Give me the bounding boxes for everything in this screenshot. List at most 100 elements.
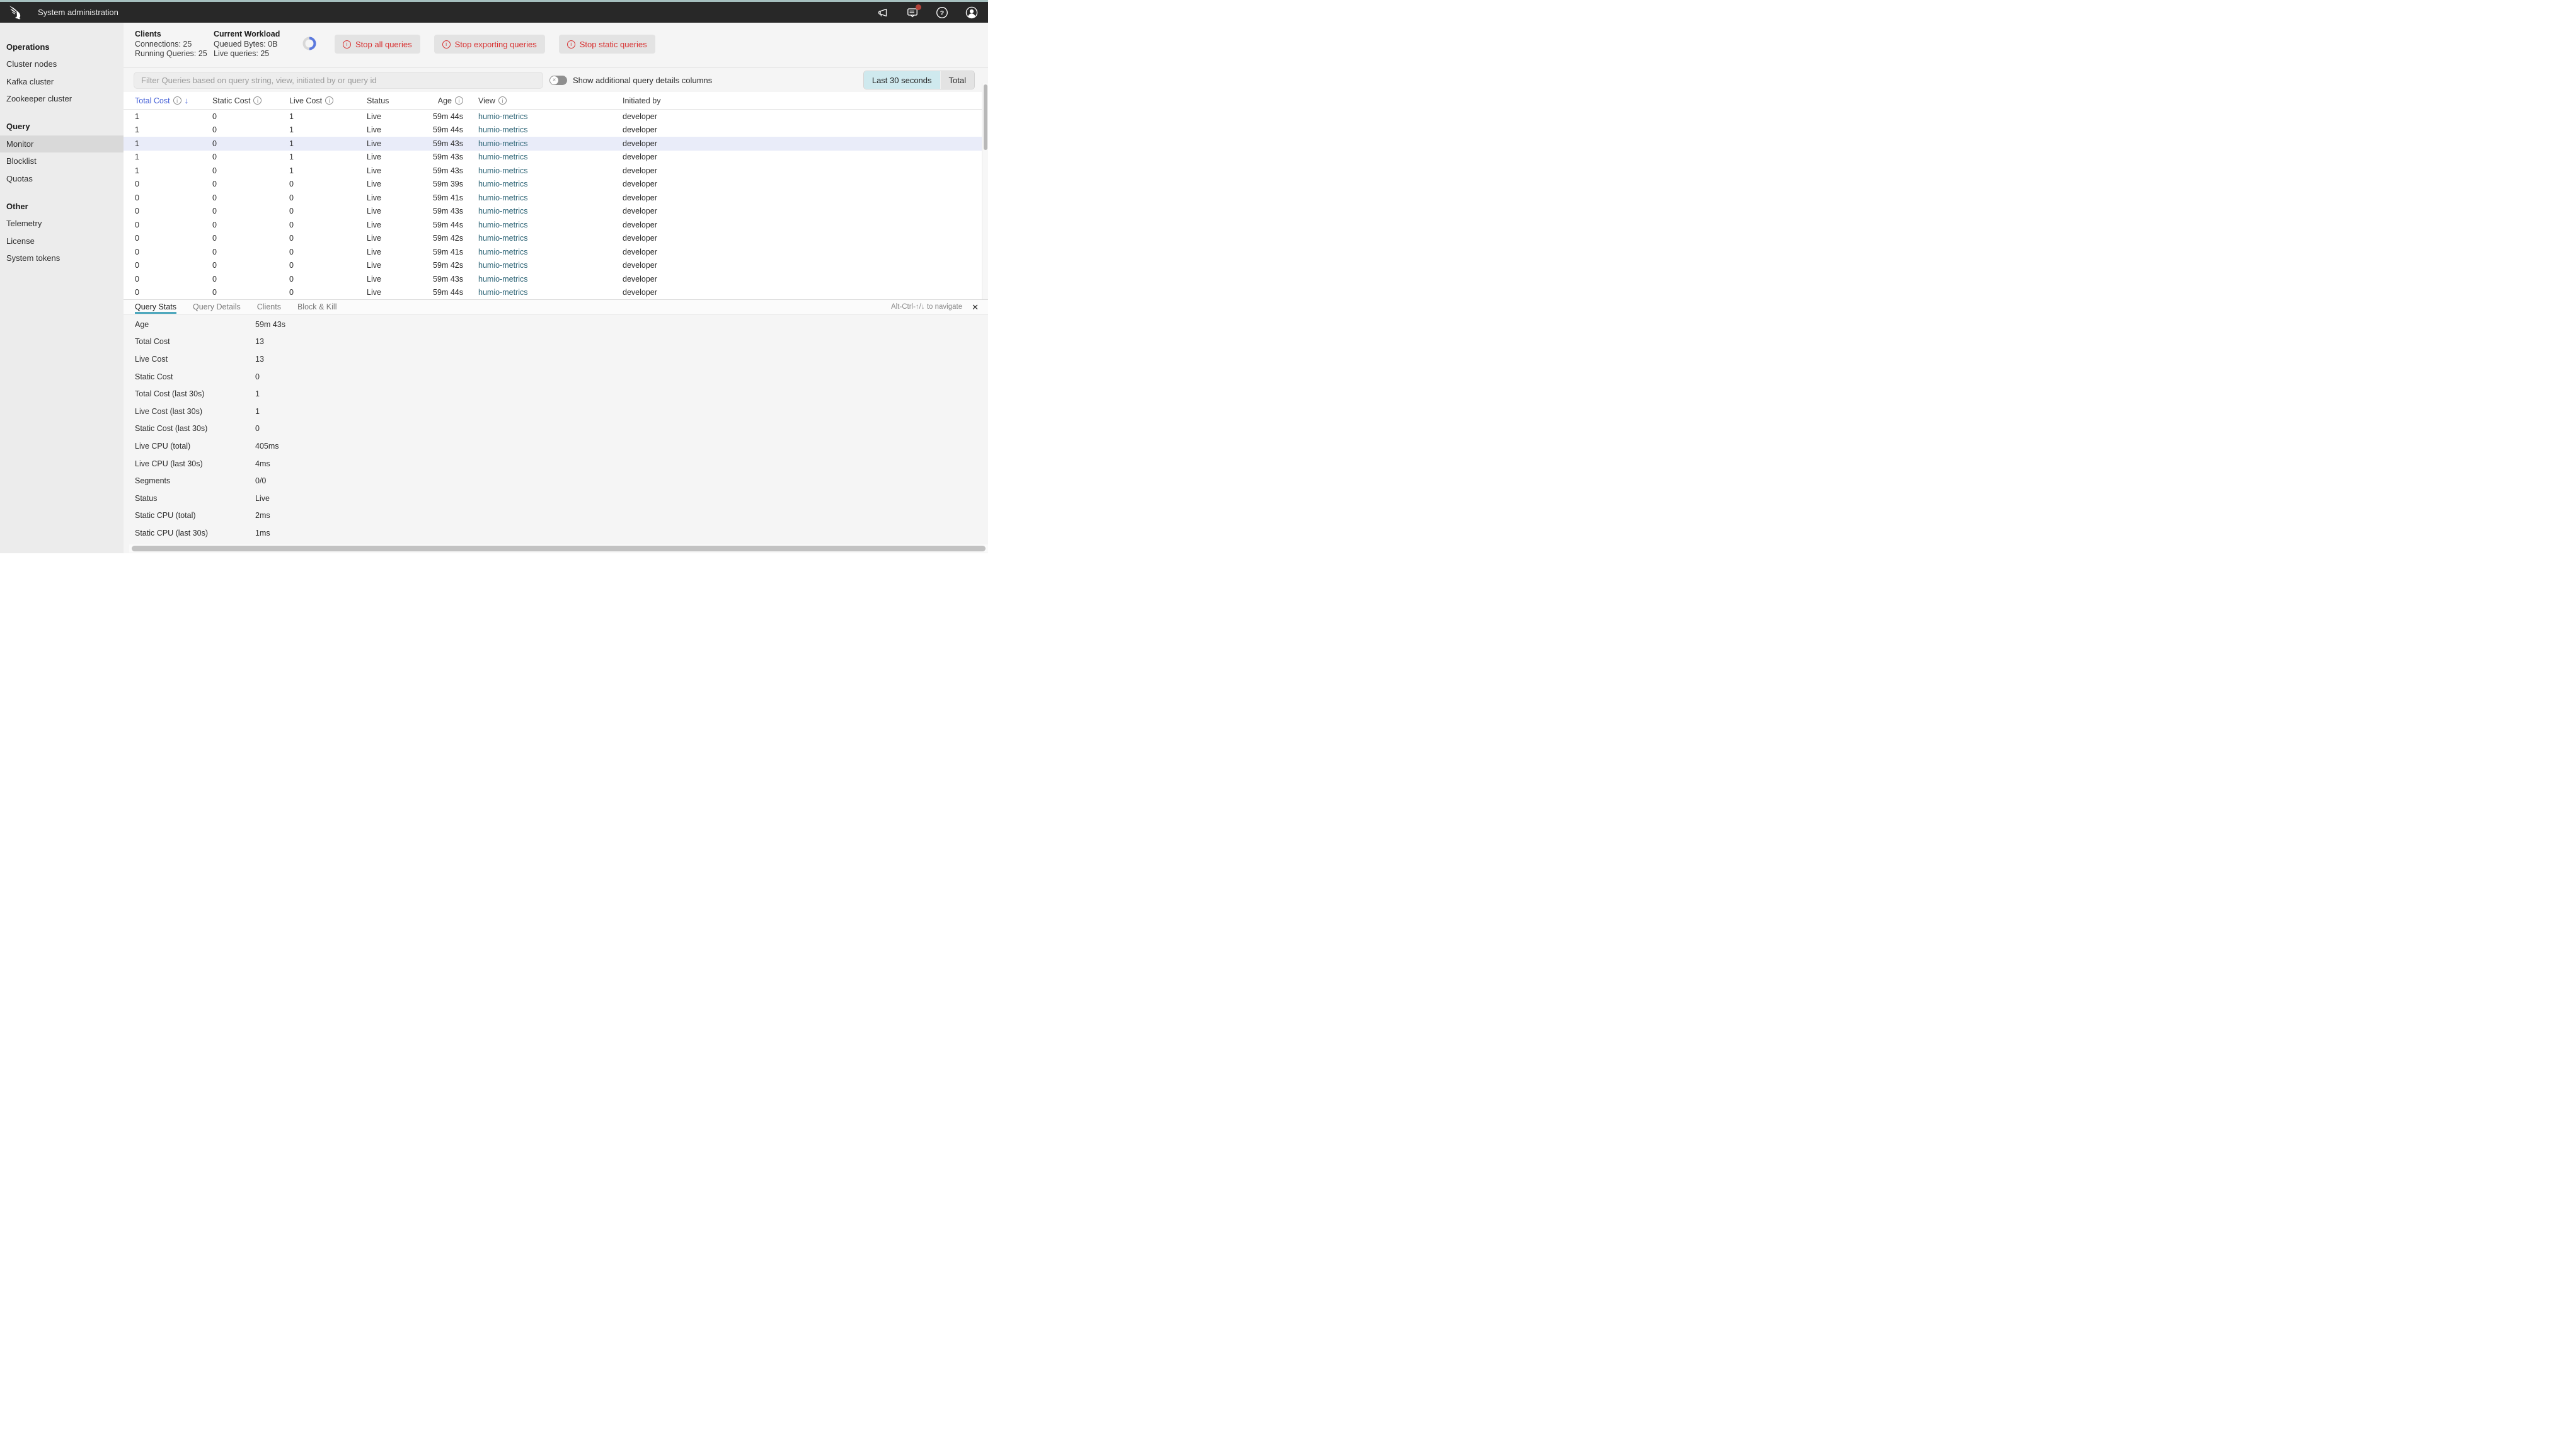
view-link[interactable]: humio-metrics — [478, 112, 528, 121]
view-link[interactable]: humio-metrics — [478, 248, 528, 256]
cell-status: Live — [367, 288, 417, 297]
tab-query-details[interactable]: Query Details — [193, 300, 241, 314]
view-link[interactable]: humio-metrics — [478, 221, 528, 229]
tab-block-kill[interactable]: Block & Kill — [297, 300, 337, 314]
cell-total-cost: 0 — [135, 193, 212, 202]
cell-total-cost: 1 — [135, 112, 212, 121]
view-link[interactable]: humio-metrics — [478, 125, 528, 134]
table-row[interactable]: 0 0 0 Live 59m 42s humio-metrics develop… — [124, 259, 988, 273]
detail-field-label: Static CPU (last 30s) — [135, 529, 255, 538]
cell-total-cost: 1 — [135, 139, 212, 148]
view-link[interactable]: humio-metrics — [478, 261, 528, 270]
view-link[interactable]: humio-metrics — [478, 193, 528, 202]
column-header-status[interactable]: Status — [367, 96, 417, 105]
stop-button-label: Stop static queries — [580, 40, 647, 49]
cell-live-cost: 0 — [289, 234, 367, 243]
table-row[interactable]: 1 0 1 Live 59m 43s humio-metrics develop… — [124, 164, 988, 178]
sidebar-item-zookeeper-cluster[interactable]: Zookeeper cluster — [0, 90, 124, 108]
close-icon[interactable]: ✕ — [972, 303, 979, 311]
cell-age: 59m 42s — [417, 234, 463, 243]
table-row[interactable]: 0 0 0 Live 59m 41s humio-metrics develop… — [124, 245, 988, 259]
cell-live-cost: 1 — [289, 152, 367, 161]
cell-view: humio-metrics — [478, 152, 623, 161]
sidebar-section-items: TelemetryLicenseSystem tokens — [0, 215, 124, 267]
view-link[interactable]: humio-metrics — [478, 139, 528, 148]
main-area: Operations Cluster nodesKafka clusterZoo… — [0, 23, 988, 553]
cell-static-cost: 0 — [212, 275, 289, 284]
sidebar-item-cluster-nodes[interactable]: Cluster nodes — [0, 55, 124, 73]
table-row[interactable]: 0 0 0 Live 59m 41s humio-metrics develop… — [124, 191, 988, 205]
table-row[interactable]: 0 0 0 Live 59m 44s humio-metrics develop… — [124, 218, 988, 232]
table-row[interactable]: 0 0 0 Live 59m 43s humio-metrics develop… — [124, 205, 988, 219]
details-columns-toggle-group: ✕ Show additional query details columns — [549, 76, 712, 85]
crowdstrike-falcon-logo[interactable] — [9, 5, 28, 20]
view-link[interactable]: humio-metrics — [478, 180, 528, 188]
table-row[interactable]: 1 0 1 Live 59m 43s humio-metrics develop… — [124, 151, 988, 164]
column-header-age[interactable]: Age i — [417, 96, 463, 105]
table-row[interactable]: 0 0 0 Live 59m 43s humio-metrics develop… — [124, 272, 988, 286]
cell-live-cost: 1 — [289, 166, 367, 175]
cell-initiated-by: developer — [623, 221, 988, 229]
tab-clients[interactable]: Clients — [257, 300, 281, 314]
column-header-total-cost[interactable]: Total Cost i ↓ — [135, 96, 212, 105]
cell-total-cost: 0 — [135, 288, 212, 297]
table-header-row: Total Cost i ↓ Static Cost i Live Cost i… — [124, 92, 988, 110]
horizontal-scrollbar-thumb[interactable] — [132, 546, 986, 551]
account-icon[interactable] — [965, 6, 978, 19]
table-row[interactable]: 0 0 0 Live 59m 44s humio-metrics develop… — [124, 286, 988, 300]
column-header-static-cost[interactable]: Static Cost i — [212, 96, 289, 105]
sidebar-section-header: Other — [0, 197, 124, 215]
sidebar-section: Query MonitorBlocklistQuotas — [0, 118, 124, 188]
vertical-scrollbar-thumb[interactable] — [984, 84, 987, 150]
tab-query-stats[interactable]: Query Stats — [135, 300, 176, 314]
sidebar-item-license[interactable]: License — [0, 233, 124, 250]
sidebar-item-system-tokens[interactable]: System tokens — [0, 250, 124, 267]
table-row[interactable]: 0 0 0 Live 59m 42s humio-metrics develop… — [124, 232, 988, 246]
view-link[interactable]: humio-metrics — [478, 288, 528, 297]
cell-live-cost: 0 — [289, 288, 367, 297]
sidebar-item-quotas[interactable]: Quotas — [0, 170, 124, 188]
sidebar-item-telemetry[interactable]: Telemetry — [0, 215, 124, 233]
info-icon[interactable]: i — [253, 96, 262, 105]
detail-field-value: 4ms — [255, 459, 270, 468]
sidebar-item-blocklist[interactable]: Blocklist — [0, 152, 124, 170]
notifications-icon[interactable] — [906, 6, 919, 19]
announcements-icon[interactable] — [877, 6, 889, 19]
table-row[interactable]: 1 0 1 Live 59m 43s humio-metrics develop… — [124, 137, 988, 151]
view-link[interactable]: humio-metrics — [478, 234, 528, 243]
cell-view: humio-metrics — [478, 288, 623, 297]
table-row[interactable]: 0 0 0 Live 59m 39s humio-metrics develop… — [124, 178, 988, 192]
cell-status: Live — [367, 248, 417, 256]
sidebar-item-kafka-cluster[interactable]: Kafka cluster — [0, 73, 124, 91]
query-filter-input[interactable] — [134, 72, 543, 89]
cell-initiated-by: developer — [623, 139, 988, 148]
sidebar-section-items: MonitorBlocklistQuotas — [0, 135, 124, 188]
view-link[interactable]: humio-metrics — [478, 166, 528, 175]
stop-all-queries-button[interactable]: i Stop all queries — [335, 35, 420, 54]
column-header-live-cost[interactable]: Live Cost i — [289, 96, 367, 105]
column-header-initiated-by[interactable]: Initiated by — [623, 96, 988, 105]
sidebar-item-monitor[interactable]: Monitor — [0, 135, 124, 153]
toggle-label: Show additional query details columns — [573, 76, 712, 85]
view-link[interactable]: humio-metrics — [478, 152, 528, 161]
workload-live-queries: Live queries: 25 — [214, 49, 288, 59]
table-row[interactable]: 1 0 1 Live 59m 44s humio-metrics develop… — [124, 110, 988, 124]
notification-badge — [916, 4, 921, 10]
info-icon[interactable]: i — [173, 96, 181, 105]
info-icon: i — [442, 40, 451, 49]
info-icon[interactable]: i — [498, 96, 507, 105]
sidebar: Operations Cluster nodesKafka clusterZoo… — [0, 23, 124, 553]
range-last-30-seconds-button[interactable]: Last 30 seconds — [864, 71, 940, 89]
stop-static-queries-button[interactable]: i Stop static queries — [559, 35, 655, 54]
details-columns-toggle[interactable]: ✕ — [549, 76, 567, 85]
help-icon[interactable]: ? — [936, 6, 948, 19]
table-row[interactable]: 1 0 1 Live 59m 44s humio-metrics develop… — [124, 124, 988, 137]
view-link[interactable]: humio-metrics — [478, 275, 528, 284]
range-total-button[interactable]: Total — [940, 71, 974, 89]
view-link[interactable]: humio-metrics — [478, 207, 528, 216]
detail-field-value: 1 — [255, 407, 260, 416]
column-header-view[interactable]: View i — [478, 96, 623, 105]
info-icon[interactable]: i — [325, 96, 333, 105]
info-icon[interactable]: i — [455, 96, 463, 105]
stop-exporting-queries-button[interactable]: i Stop exporting queries — [434, 35, 545, 54]
